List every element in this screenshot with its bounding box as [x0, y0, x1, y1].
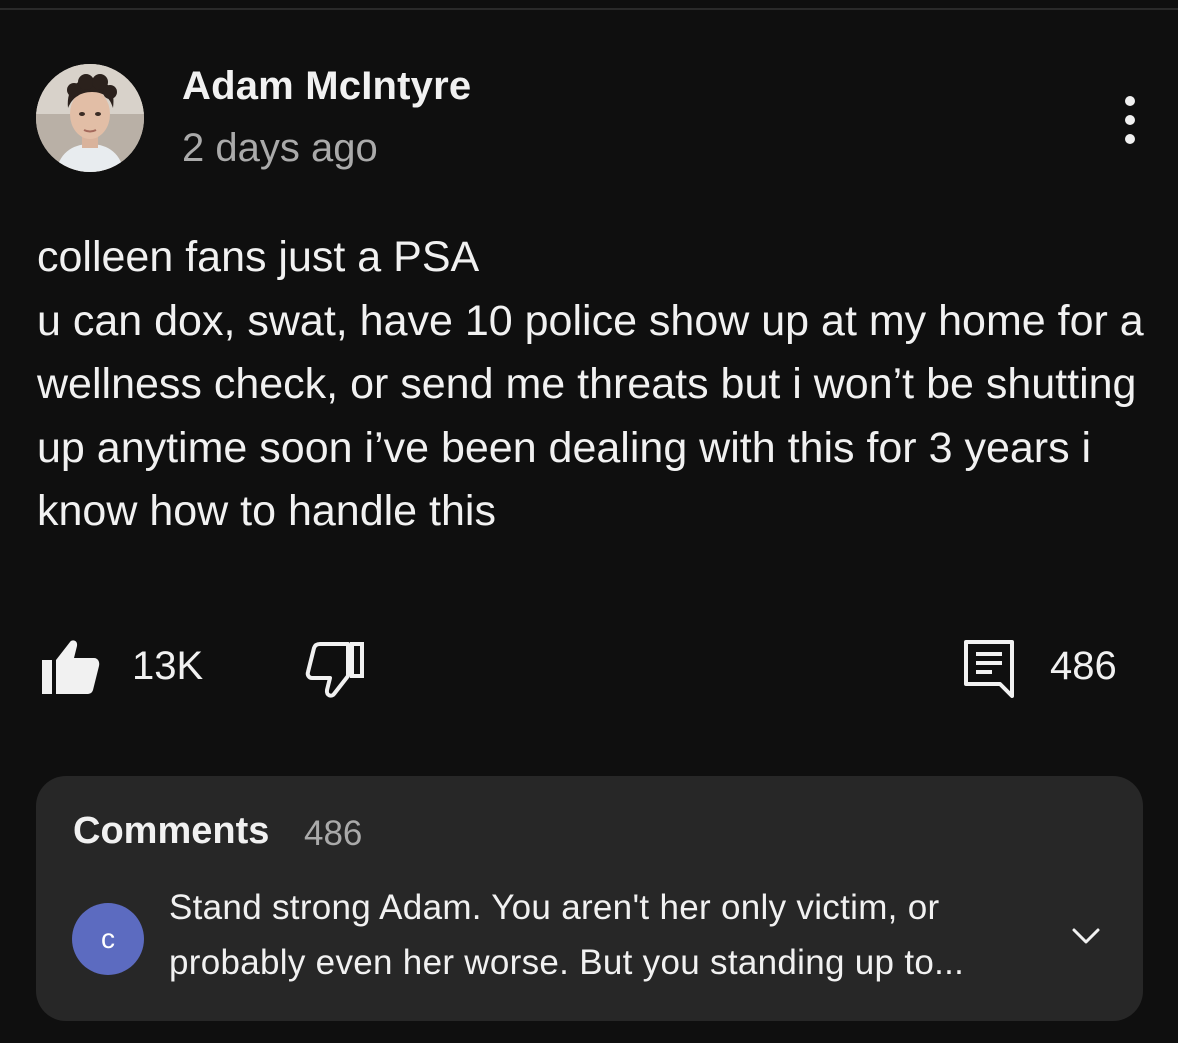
comment-count: 486 — [1050, 644, 1117, 688]
dislike-button[interactable] — [304, 640, 366, 700]
like-button[interactable] — [40, 636, 102, 696]
thumbs-down-outline-icon — [305, 642, 364, 698]
commenter-avatar[interactable]: c — [72, 903, 144, 975]
expand-comments-button[interactable] — [1070, 920, 1102, 952]
post-timestamp: 2 days ago — [182, 126, 378, 170]
author-name[interactable]: Adam McIntyre — [182, 64, 471, 109]
community-post: Adam McIntyre 2 days ago colleen fans ju… — [0, 0, 1178, 1043]
more-options-button[interactable] — [1106, 92, 1154, 148]
comments-heading-count: 486 — [304, 814, 363, 853]
comments-heading: Comments — [73, 810, 270, 852]
post-body: colleen fans just a PSA u can dox, swat,… — [37, 226, 1147, 544]
post-body-line: u can dox, swat, have 10 police show up … — [37, 296, 1144, 536]
comments-button[interactable] — [962, 638, 1018, 698]
chevron-down-icon — [1072, 928, 1100, 944]
thumbs-up-filled-icon — [42, 640, 100, 694]
comments-preview-card[interactable]: Comments 486 c Stand strong Adam. You ar… — [36, 776, 1143, 1021]
author-avatar-image — [36, 64, 144, 172]
comment-icon — [964, 640, 1014, 698]
post-body-line: colleen fans just a PSA — [37, 233, 480, 281]
like-count: 13K — [132, 644, 204, 688]
top-comment-text: Stand strong Adam. You aren't her only v… — [169, 888, 965, 982]
author-avatar[interactable] — [36, 64, 144, 172]
more-vertical-icon — [1125, 96, 1135, 106]
